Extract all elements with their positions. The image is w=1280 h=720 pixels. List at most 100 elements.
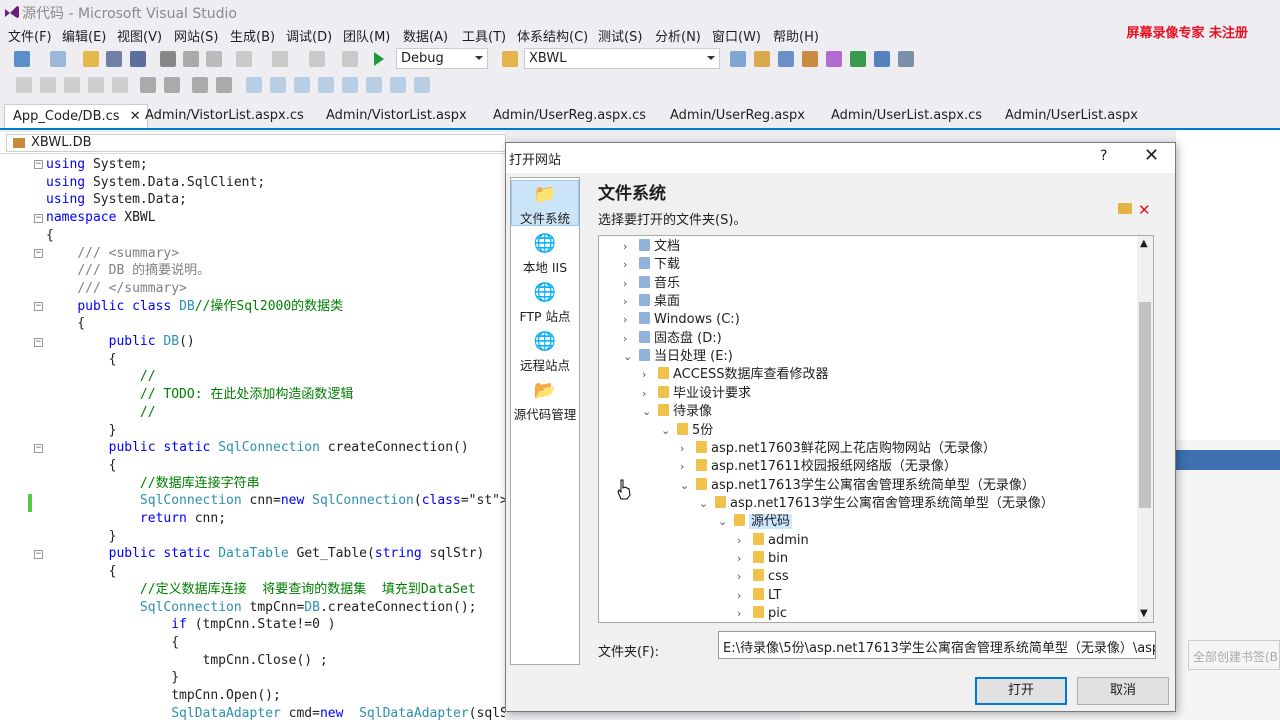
start-debugging-icon[interactable] bbox=[372, 51, 386, 67]
collapse-icon[interactable]: − bbox=[34, 302, 43, 311]
chevron-right-icon[interactable]: › bbox=[623, 256, 635, 274]
menu-data[interactable]: 数据(A) bbox=[403, 26, 448, 45]
undo-icon[interactable] bbox=[236, 51, 252, 67]
navigate-backward-icon[interactable] bbox=[309, 51, 325, 67]
tab-vistorlist-aspx[interactable]: Admin/VistorList.aspx bbox=[326, 108, 467, 123]
chevron-down-icon[interactable]: ⌄ bbox=[642, 403, 654, 421]
collapse-icon[interactable]: − bbox=[34, 550, 43, 559]
chevron-right-icon[interactable]: › bbox=[737, 587, 749, 605]
folder-tree[interactable]: › 文档 › 下载 › 音乐 › 桌面 › Windows (C:) › 固态盘 (D:) ⌄ 当日处理 … bbox=[598, 235, 1154, 623]
find-in-files-icon[interactable] bbox=[502, 51, 518, 67]
folder-path-input[interactable]: E:\待录像\5份\asp.net17613学生公寓宿舍管理系统简单型（无录像）… bbox=[718, 631, 1156, 659]
tab-userlist-aspx[interactable]: Admin/UserList.aspx bbox=[1005, 108, 1138, 123]
chevron-right-icon[interactable]: › bbox=[737, 568, 749, 586]
menu-analyze[interactable]: 分析(N) bbox=[655, 26, 701, 45]
menu-website[interactable]: 网站(S) bbox=[174, 26, 218, 45]
tree-item[interactable]: › 下载 bbox=[623, 256, 680, 274]
chevron-right-icon[interactable]: › bbox=[737, 550, 749, 568]
chevron-down-icon[interactable]: ⌄ bbox=[623, 348, 635, 366]
tree-item[interactable]: › 音乐 bbox=[623, 275, 680, 293]
location-source-control[interactable]: 📂 源代码管理 bbox=[511, 377, 579, 423]
toolbar2-icon-2[interactable] bbox=[40, 77, 56, 93]
command-window-icon[interactable] bbox=[898, 51, 914, 67]
location-remote-site[interactable]: 🌐 远程站点 bbox=[511, 328, 579, 374]
tab-userreg-aspx-cs[interactable]: Admin/UserReg.aspx.cs bbox=[493, 108, 646, 123]
server-explorer-icon[interactable] bbox=[874, 51, 890, 67]
code-editor[interactable]: − − − − − − − using System; using System.… bbox=[0, 154, 505, 720]
tree-item[interactable]: › Windows (C:) bbox=[623, 311, 740, 329]
tree-item[interactable]: › 桌面 bbox=[623, 293, 680, 311]
class-dropdown[interactable]: XBWL.DB bbox=[6, 134, 506, 152]
redo-icon[interactable] bbox=[272, 51, 288, 67]
copy-icon[interactable] bbox=[183, 51, 199, 67]
uncomment-icon[interactable] bbox=[216, 77, 232, 93]
menu-view[interactable]: 视图(V) bbox=[117, 26, 162, 45]
save-all-icon[interactable] bbox=[130, 51, 146, 67]
chevron-right-icon[interactable]: › bbox=[680, 458, 692, 476]
chevron-right-icon[interactable]: › bbox=[623, 293, 635, 311]
tree-item[interactable]: › asp.net17603鲜花网上花店购物网站（无录像） bbox=[680, 440, 996, 458]
tab-vistorlist-aspx-cs[interactable]: Admin/VistorList.aspx.cs bbox=[145, 108, 304, 123]
tree-item[interactable]: › 毕业设计要求 bbox=[642, 385, 751, 403]
next-bookmark-doc-icon[interactable] bbox=[390, 77, 406, 93]
tree-scrollbar[interactable]: ▲ ▼ bbox=[1137, 236, 1153, 622]
chevron-down-icon[interactable]: ⌄ bbox=[699, 495, 711, 513]
toolbar2-icon-5[interactable] bbox=[112, 77, 128, 93]
chevron-right-icon[interactable]: › bbox=[623, 330, 635, 348]
tree-item[interactable]: ⌄ asp.net17613学生公寓宿舍管理系统简单型（无录像） bbox=[699, 495, 1054, 513]
menu-help[interactable]: 帮助(H) bbox=[773, 26, 819, 45]
tab-db-cs[interactable]: App_Code/DB.cs ✕ bbox=[4, 104, 148, 128]
scroll-thumb[interactable] bbox=[1139, 302, 1151, 508]
open-file-icon[interactable] bbox=[83, 51, 99, 67]
object-browser-icon[interactable] bbox=[778, 51, 794, 67]
toolbar2-icon-1[interactable] bbox=[16, 77, 32, 93]
properties-icon[interactable] bbox=[754, 51, 770, 67]
chevron-down-icon[interactable]: ⌄ bbox=[718, 513, 730, 531]
tree-item[interactable]: ⌄ asp.net17613学生公寓宿舍管理系统简单型（无录像） bbox=[680, 477, 1035, 495]
scroll-up-icon[interactable]: ▲ bbox=[1140, 238, 1148, 249]
tree-item[interactable]: ⌄ 当日处理 (E:) bbox=[623, 348, 733, 366]
increase-indent-icon[interactable] bbox=[164, 77, 180, 93]
solution-configuration-select[interactable]: Debug bbox=[396, 48, 488, 69]
toolbox-icon[interactable] bbox=[802, 51, 818, 67]
menu-edit[interactable]: 编辑(E) bbox=[62, 26, 106, 45]
prev-bookmark-doc-icon[interactable] bbox=[366, 77, 382, 93]
decrease-indent-icon[interactable] bbox=[140, 77, 156, 93]
tree-item[interactable]: › asp.net17611校园报纸网络版（无录像） bbox=[680, 458, 957, 476]
extension-manager-icon[interactable] bbox=[826, 51, 842, 67]
location-local-iis[interactable]: 🌐 本地 IIS bbox=[511, 230, 579, 276]
solution-explorer-icon[interactable] bbox=[730, 51, 746, 67]
collapse-icon[interactable]: − bbox=[34, 444, 43, 453]
new-project-icon[interactable] bbox=[14, 51, 30, 67]
tree-item[interactable]: › ACCESS数据库查看修改器 bbox=[642, 366, 829, 384]
prev-bookmark-folder-icon[interactable] bbox=[318, 77, 334, 93]
tree-item[interactable]: › LT bbox=[737, 587, 781, 605]
menu-tools[interactable]: 工具(T) bbox=[462, 26, 506, 45]
close-icon[interactable]: ✕ bbox=[130, 109, 141, 124]
add-item-icon[interactable] bbox=[50, 51, 66, 67]
comment-out-icon[interactable] bbox=[192, 77, 208, 93]
chevron-right-icon[interactable]: › bbox=[737, 532, 749, 550]
paste-icon[interactable] bbox=[206, 51, 222, 67]
delete-icon[interactable]: ✕ bbox=[1138, 201, 1151, 219]
close-button[interactable]: ✕ bbox=[1144, 145, 1159, 166]
tree-item[interactable]: ⌄ 5份 bbox=[661, 422, 713, 440]
chevron-right-icon[interactable]: › bbox=[623, 275, 635, 293]
menu-debug[interactable]: 调试(D) bbox=[286, 26, 332, 45]
cancel-button[interactable]: 取消 bbox=[1077, 677, 1169, 705]
help-button[interactable]: ? bbox=[1100, 148, 1107, 164]
scroll-down-icon[interactable]: ▼ bbox=[1140, 608, 1148, 619]
tree-item[interactable]: › bin bbox=[737, 550, 788, 568]
chevron-right-icon[interactable]: › bbox=[642, 385, 654, 403]
toolbar2-icon-3[interactable] bbox=[64, 77, 80, 93]
tab-userlist-aspx-cs[interactable]: Admin/UserList.aspx.cs bbox=[831, 108, 982, 123]
start-page-icon[interactable] bbox=[850, 51, 866, 67]
navigate-forward-icon[interactable] bbox=[342, 51, 358, 67]
menu-test[interactable]: 测试(S) bbox=[598, 26, 642, 45]
collapse-icon[interactable]: − bbox=[34, 214, 43, 223]
chevron-right-icon[interactable]: › bbox=[680, 440, 692, 458]
cut-icon[interactable] bbox=[160, 51, 176, 67]
tree-item[interactable]: ⌄ 源代码 bbox=[718, 513, 793, 531]
next-bookmark-icon[interactable] bbox=[294, 77, 310, 93]
save-icon[interactable] bbox=[106, 51, 122, 67]
